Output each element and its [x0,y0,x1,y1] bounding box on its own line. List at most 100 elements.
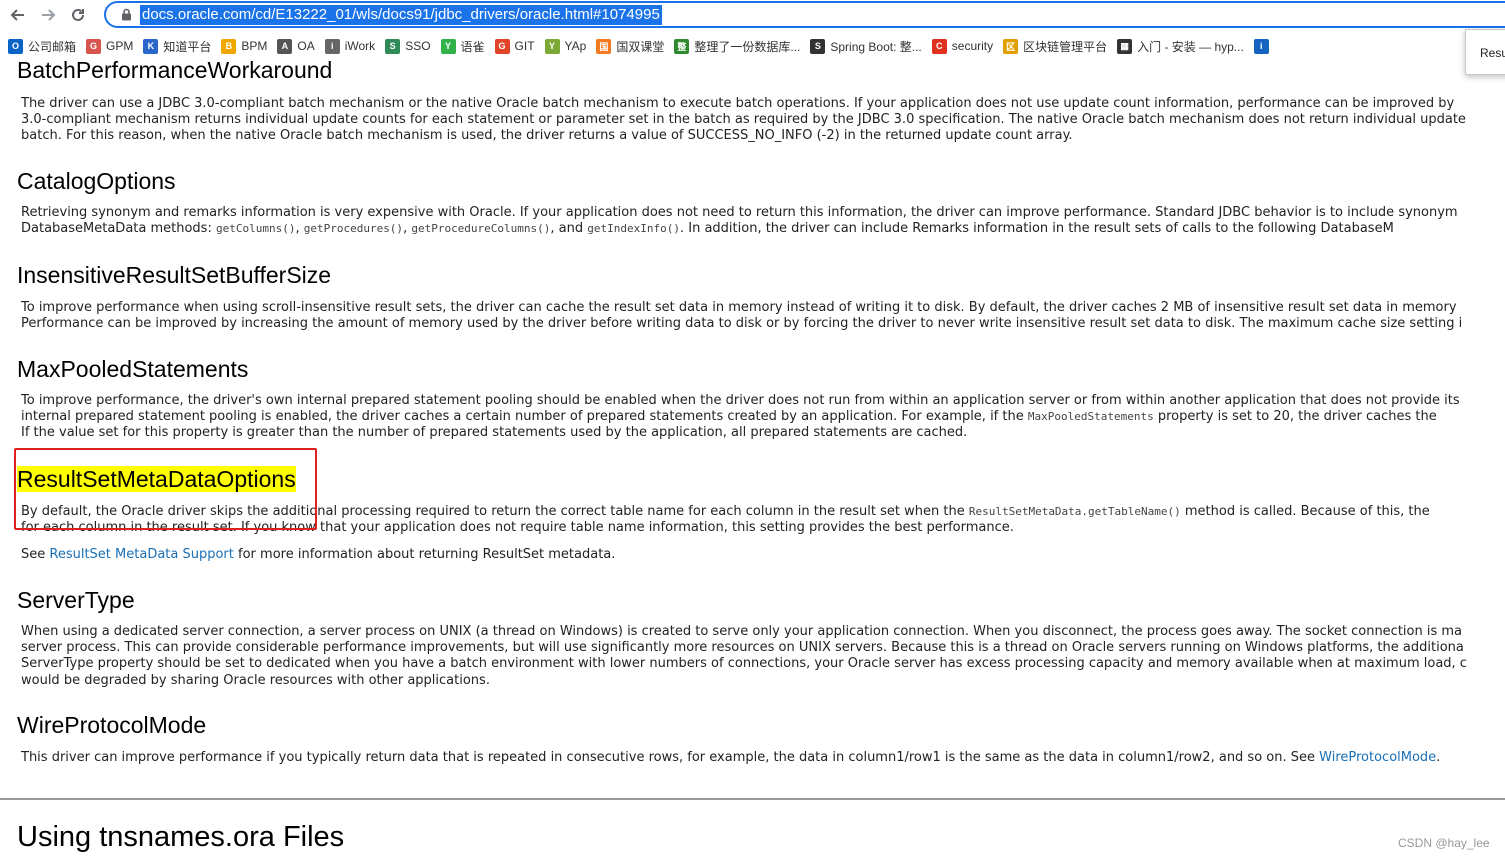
text-fragment: , [295,221,304,237]
batch-description: The driver can use a JDBC 3.0-compliant … [21,96,1505,145]
database-icon: 整 [674,38,690,54]
text-line: 3.0-compliant mechanism returns individu… [21,112,1466,128]
text-line: If the value set for this property is gr… [21,425,968,441]
gitlab-icon: G [494,38,510,54]
bookmark-label: GIT [514,39,535,53]
sso-icon: S [385,38,401,54]
text-line: ServerType property should be set to ded… [21,656,1467,672]
bookmark-item[interactable]: S SSO [385,35,431,57]
text-line: To improve performance, the driver's own… [21,393,1460,408]
reload-button[interactable] [66,3,90,27]
bookmark-item[interactable]: G GPM [86,35,133,57]
bookmark-item[interactable]: i iWork [324,35,376,57]
text-line: would be degraded by sharing Oracle reso… [21,672,490,688]
bookmark-label: 国双课堂 [616,39,665,54]
spring-icon: S [810,38,826,54]
yapi-icon: Y [544,38,560,54]
mail-icon: O [8,38,23,54]
code-get-procedure-columns: getProcedureColumns() [411,222,551,236]
bookmark-label: BPM [241,39,268,53]
arrow-left-icon [10,9,24,21]
bookmark-item[interactable]: 区区块链管理平台 [1003,35,1107,57]
code-get-procedures: getProcedures() [303,222,404,236]
url-text[interactable]: docs.oracle.com/cd/E13222_01/wls/docs91/… [140,4,662,25]
yuque-icon: Y [440,38,456,54]
bookmark-label: YAp [564,39,587,53]
resultset-metadata-support-link[interactable]: ResultSet MetaData Support [49,547,234,562]
bookmark-item[interactable]: B BPM [221,35,267,57]
wire-protocol-mode-link[interactable]: WireProtocolMode [1319,750,1436,765]
heading-server-type: ServerType [17,587,135,613]
text-line: server process. This can provide conside… [21,640,1464,656]
bookmark-label: OA [297,39,315,53]
bookmark-item[interactable]: G GIT [494,35,535,57]
text-fragment: internal prepared statement pooling is e… [21,409,1028,425]
bookmark-item[interactable]: A OA [277,35,315,57]
bookmark-item[interactable]: Y 语雀 [440,35,485,57]
maxpooled-description: To improve performance, the driver's own… [21,393,1505,442]
blockchain-icon: 区 [1003,38,1019,54]
text-line: When using a dedicated server connection… [21,624,1463,639]
bookmark-item[interactable]: S Spring Boot: 整... [810,35,922,57]
watermark: CSDN @hay_lee [1398,836,1490,850]
bookmark-item[interactable]: i [1253,35,1274,57]
bpm-icon: B [221,38,237,54]
popup-text: Resu [1480,46,1505,60]
section-divider [0,798,1505,800]
heading-wire-protocol-mode: WireProtocolMode [17,712,207,738]
text-line: Retrieving synonym and remarks informati… [21,205,1458,220]
heading-batch-performance-workaround: BatchPerformanceWorkaround [17,58,333,83]
bookmark-item[interactable]: O 公司邮箱 [8,35,76,57]
bookmark-item[interactable]: 国国双课堂 [596,35,664,57]
lock-icon[interactable] [118,7,134,23]
bookmark-item[interactable]: Y YAp [544,35,587,57]
bookmark-label: 公司邮箱 [28,39,77,54]
text-fragment: for more information about returning Res… [233,547,616,562]
info-icon: i [1253,38,1269,54]
text-fragment: , and [550,221,588,237]
bookmark-label: GPM [106,39,134,53]
oa-icon: A [277,38,293,54]
text-line: The driver can use a JDBC 3.0-compliant … [21,96,1455,111]
bookmark-label: 知道平台 [163,39,212,54]
text-fragment: . [1436,750,1441,765]
browser-toolbar: docs.oracle.com/cd/E13222_01/wls/docs91/… [0,0,1505,30]
bookmark-label: iWork [344,39,376,53]
text-fragment: DatabaseMetaData methods: [21,221,216,237]
bookmark-label: 入门 - 安装 — hyp... [1137,39,1244,54]
text-fragment: method is called. Because of this, the [1180,504,1430,519]
red-annotation-box [14,448,317,530]
text-line: batch. For this reason, when the native … [21,128,1073,144]
doc-icon: ▦ [1117,38,1133,54]
bookmark-item[interactable]: ▦ 入门 - 安装 — hyp... [1117,35,1244,57]
code-max-pooled-statements: MaxPooledStatements [1027,410,1154,424]
bookmark-label: 整理了一份数据库... [694,39,801,54]
back-button[interactable] [6,3,30,27]
bookmark-label: Spring Boot: 整... [830,39,922,54]
text-line: internal prepared statement pooling is e… [21,409,1505,425]
bookmark-item[interactable]: K 知道平台 [143,35,211,57]
text-fragment: . In addition, the driver can include Re… [679,221,1394,237]
bookmark-label: SSO [405,39,431,53]
heading-insensitive-result-set-buffer-size: InsensitiveResultSetBufferSize [17,262,332,288]
bookmark-item[interactable]: 整整理了一份数据库... [674,35,800,57]
text-line: To improve performance when using scroll… [21,300,1457,315]
heading-max-pooled-statements: MaxPooledStatements [17,356,249,382]
heading-using-tnsnames: Using tnsnames.ora Files [17,821,345,853]
forward-button[interactable] [36,3,60,27]
insensitive-description: To improve performance when using scroll… [21,300,1505,332]
code-get-index-info: getIndexInfo() [587,222,680,236]
bookmark-label: 区块链管理平台 [1023,39,1108,54]
classroom-icon: 国 [596,38,612,54]
address-bar[interactable]: docs.oracle.com/cd/E13222_01/wls/docs91/… [104,1,1505,28]
wire-description: This driver can improve performance if y… [21,750,1505,766]
bookmarks-bar: O 公司邮箱 G GPM K 知道平台 B BPM A OA i iWork S SSO Y 语雀 G GIT Y Y… [0,34,1505,58]
find-popup[interactable]: Resu [1465,29,1505,75]
text-fragment: This driver can improve performance if y… [21,750,1320,765]
gpm-icon: G [86,38,102,54]
rsmeta-see-also: See ResultSet MetaData Support for more … [21,547,1505,563]
document-content: BatchPerformanceWorkaround The driver ca… [0,58,1505,860]
reload-icon [72,8,84,21]
text-line: Performance can be improved by increasin… [21,316,1463,332]
bookmark-item[interactable]: Csecurity [931,35,993,57]
